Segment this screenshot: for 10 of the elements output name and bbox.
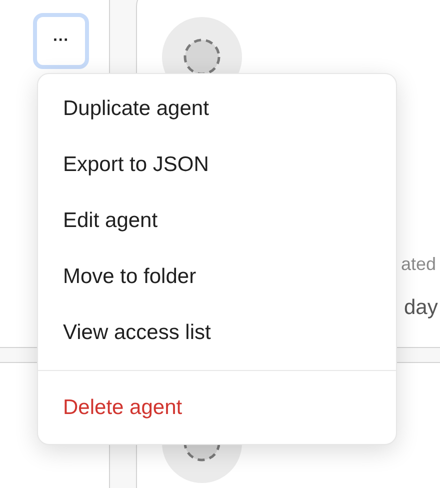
menu-item[interactable]: Edit agent [38, 193, 396, 249]
more-button[interactable]: ··· [33, 13, 89, 69]
created-value: day [404, 295, 439, 321]
dashed-circle-icon [183, 38, 221, 76]
menu-item[interactable]: View access list [38, 305, 396, 361]
menu-item[interactable]: Export to JSON [38, 137, 396, 193]
menu-item[interactable]: Move to folder [38, 249, 396, 305]
menu-item[interactable]: Delete agent [38, 380, 396, 436]
created-label: ated [401, 253, 438, 276]
menu-item[interactable]: Duplicate agent [38, 81, 396, 137]
